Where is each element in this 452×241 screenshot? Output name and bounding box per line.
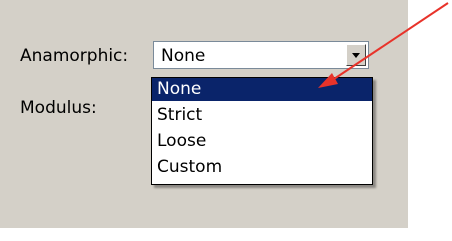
dropdown-button[interactable] xyxy=(346,44,366,66)
dropdown-list[interactable]: None Strict Loose Custom xyxy=(151,77,373,185)
chevron-down-icon xyxy=(352,53,360,58)
modulus-label: Modulus: xyxy=(20,98,97,118)
anamorphic-select[interactable]: None xyxy=(153,41,369,69)
anamorphic-label: Anamorphic: xyxy=(20,46,129,66)
anamorphic-select-value: None xyxy=(161,46,206,66)
dropdown-option-strict[interactable]: Strict xyxy=(152,104,372,127)
settings-panel: Anamorphic: Modulus: None None Strict Lo… xyxy=(0,0,408,228)
dropdown-option-none[interactable]: None xyxy=(152,78,372,101)
dropdown-option-custom[interactable]: Custom xyxy=(152,156,372,179)
dropdown-option-loose[interactable]: Loose xyxy=(152,130,372,153)
screenshot-canvas: Anamorphic: Modulus: None None Strict Lo… xyxy=(0,0,452,241)
